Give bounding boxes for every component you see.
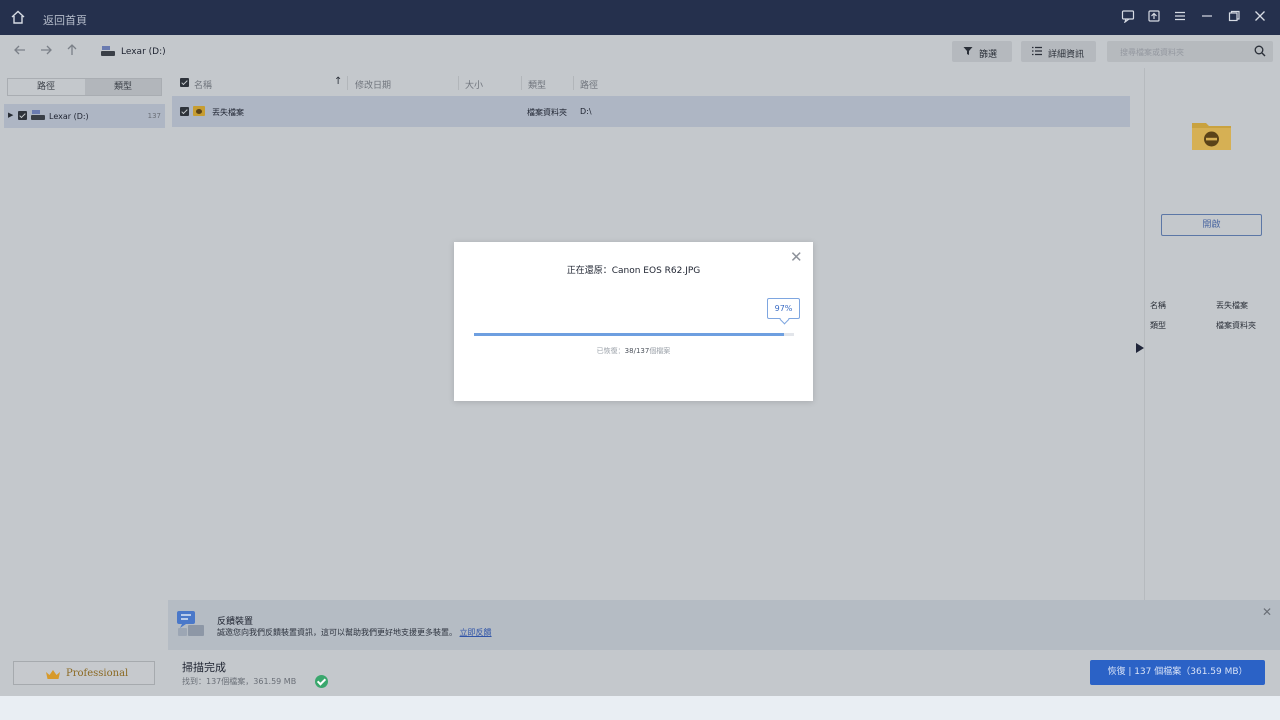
file-table-header: 名稱 ↑ 修改日期 大小 類型 路徑 <box>172 73 1130 93</box>
tree-checkbox[interactable] <box>18 111 27 120</box>
recover-button[interactable]: 恢復 | 137 個檔案（361.59 MB） <box>1090 660 1265 685</box>
detail-type-key: 類型 <box>1150 321 1166 330</box>
restored-prefix: 已恢復： <box>596 347 625 355</box>
professional-label: Professional <box>66 668 129 679</box>
restored-count-text: 已恢復：38/137個檔案 <box>454 346 813 356</box>
column-path[interactable]: 路徑 <box>580 78 598 91</box>
feedback-title: 反饋裝置 <box>217 617 254 627</box>
column-divider <box>573 76 574 90</box>
feedback-banner: 反饋裝置 誠邀您向我們反饋裝置資訊，這可以幫助我們更好地支援更多裝置。 立即反饋… <box>168 600 1280 650</box>
restored-suffix: 個檔案 <box>649 347 671 355</box>
home-icon[interactable] <box>10 9 26 25</box>
open-button[interactable]: 開啟 <box>1161 214 1262 236</box>
feedback-icon[interactable] <box>1120 9 1136 25</box>
view-tabs: 路徑 類型 <box>7 78 162 96</box>
select-all-checkbox[interactable] <box>180 78 189 87</box>
details-label: 詳細資訊 <box>1048 50 1085 60</box>
scan-status-title: 掃描完成 <box>182 661 226 674</box>
drive-icon <box>31 110 45 120</box>
feedback-description: 誠邀您向我們反饋裝置資訊，這可以幫助我們更好地支援更多裝置。 立即反饋 <box>217 627 492 638</box>
row-name: 丟失檔案 <box>212 108 244 117</box>
sort-up-arrow-icon[interactable]: ↑ <box>334 76 342 87</box>
minimize-icon[interactable] <box>1199 9 1215 25</box>
back-arrow-icon[interactable] <box>12 43 28 59</box>
menu-icon[interactable] <box>1172 9 1188 25</box>
details-button[interactable]: 詳細資訊 <box>1021 41 1096 62</box>
row-checkbox[interactable] <box>180 107 189 116</box>
restoring-filename: Canon EOS R62.JPG <box>611 266 701 276</box>
feedback-description-text: 誠邀您向我們反饋裝置資訊，這可以幫助我們更好地支援更多裝置。 <box>217 628 457 637</box>
column-divider <box>458 76 459 90</box>
progress-bar-fill <box>474 333 785 336</box>
details-panel: 開啟 名稱 丟失檔案 類型 檔案資料夾 <box>1144 68 1280 628</box>
detail-type-value: 檔案資料夾 <box>1216 321 1256 330</box>
tree-item-count: 137 <box>147 112 161 120</box>
dialog-heading: 正在還原：Canon EOS R62.JPG <box>454 263 813 276</box>
filter-icon <box>963 46 973 59</box>
title-bar: 返回首頁 <box>0 0 1280 35</box>
tab-type[interactable]: 類型 <box>85 79 161 95</box>
search-input[interactable]: 搜尋檔案或資料夾 <box>1120 47 1184 58</box>
column-type[interactable]: 類型 <box>528 78 546 91</box>
device-feedback-icon <box>177 611 204 636</box>
crown-icon <box>46 670 60 679</box>
restored-count: 38/137 <box>624 347 650 355</box>
forward-arrow-icon[interactable] <box>38 43 54 59</box>
check-circle-icon <box>315 675 328 688</box>
search-icon[interactable] <box>1254 45 1266 57</box>
professional-button[interactable]: Professional <box>13 661 155 685</box>
search-box[interactable]: 搜尋檔案或資料夾 <box>1107 41 1273 62</box>
column-name[interactable]: 名稱 <box>194 78 212 91</box>
breadcrumb[interactable]: Lexar (D:) <box>121 47 166 57</box>
filter-label: 篩選 <box>979 50 998 60</box>
close-icon[interactable] <box>1252 9 1268 25</box>
table-row[interactable]: 丟失檔案 檔案資料夾 D:\ <box>172 96 1130 127</box>
list-icon <box>1032 46 1042 59</box>
detail-name-key: 名稱 <box>1150 301 1166 310</box>
scan-found-summary: 找到：137個檔案，361.59 MB <box>182 677 297 686</box>
tree-item-label: Lexar (D:) <box>49 112 89 121</box>
navigation-bar: Lexar (D:) 篩選 詳細資訊 搜尋檔案或資料夾 <box>0 35 1280 68</box>
restore-progress-dialog: ✕ 正在還原：Canon EOS R62.JPG 97% 已恢復：38/137個… <box>454 242 813 401</box>
tab-path[interactable]: 路徑 <box>8 79 84 95</box>
up-arrow-icon[interactable] <box>64 43 80 59</box>
row-path: D:\ <box>580 107 592 116</box>
column-size[interactable]: 大小 <box>465 78 483 91</box>
filter-button[interactable]: 篩選 <box>952 41 1012 62</box>
lost-folder-icon <box>1192 123 1231 150</box>
lost-folder-icon <box>193 106 205 116</box>
back-home-link[interactable]: 返回首頁 <box>43 12 87 28</box>
expand-arrow-icon[interactable]: ▶ <box>8 111 13 119</box>
row-type: 檔案資料夾 <box>527 108 567 117</box>
window-bottom-strip <box>0 696 1280 720</box>
progress-percent-badge: 97% <box>767 298 800 319</box>
column-divider <box>347 76 348 90</box>
close-icon[interactable]: ✕ <box>1262 605 1272 619</box>
detail-name-value: 丟失檔案 <box>1216 301 1248 310</box>
progress-bar <box>474 333 794 336</box>
restore-icon[interactable] <box>1226 9 1242 25</box>
column-divider <box>521 76 522 90</box>
restoring-prefix: 正在還原： <box>566 266 612 276</box>
feedback-link[interactable]: 立即反饋 <box>460 628 492 637</box>
upload-icon[interactable] <box>1146 9 1162 25</box>
drive-icon <box>101 46 115 56</box>
collapse-panel-icon[interactable] <box>1136 343 1144 353</box>
tree-item-lexar[interactable]: ▶ Lexar (D:) 137 <box>4 104 165 128</box>
column-modified[interactable]: 修改日期 <box>355 78 391 91</box>
